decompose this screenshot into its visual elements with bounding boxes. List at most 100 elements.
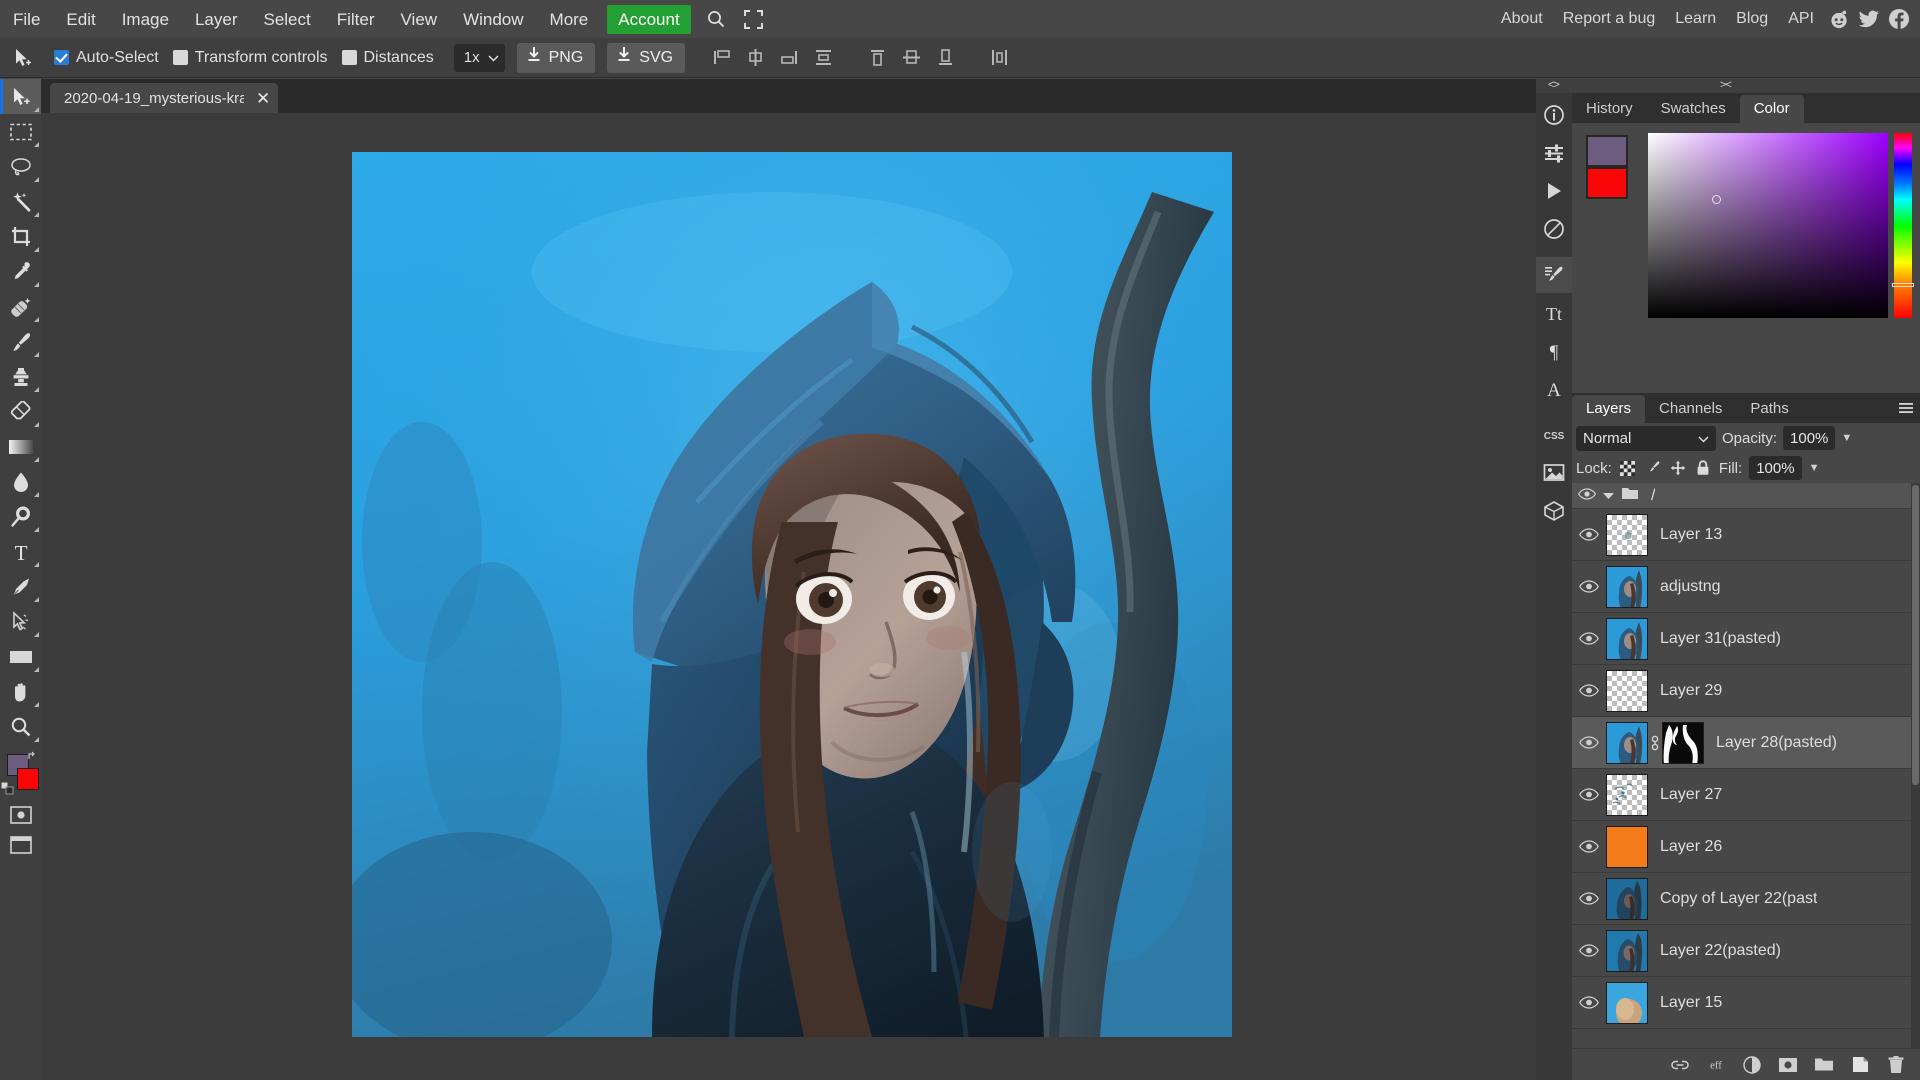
blur-tool[interactable] — [0, 464, 41, 499]
link-learn[interactable]: Learn — [1665, 5, 1726, 33]
distances-checkbox-box[interactable] — [341, 50, 357, 65]
hamburger-menu-icon[interactable] — [1895, 397, 1917, 419]
clone-stamp-tool[interactable] — [0, 359, 41, 394]
table-row[interactable]: Layer 27 — [1572, 769, 1920, 821]
opacity-value[interactable]: 100% — [1783, 426, 1836, 450]
brush-settings-icon[interactable] — [1536, 257, 1572, 293]
color-panel-foreground-swatch[interactable] — [1586, 135, 1628, 167]
table-row[interactable]: Layer 28(pasted) — [1572, 717, 1920, 769]
tab-history[interactable]: History — [1572, 95, 1647, 123]
account-button[interactable]: Account — [607, 4, 691, 34]
adjustment-layer-icon[interactable] — [1742, 1055, 1762, 1075]
layer-thumbnail[interactable] — [1606, 981, 1648, 1024]
layer-thumbnail[interactable] — [1606, 877, 1648, 920]
auto-select-checkbox-box[interactable] — [54, 50, 69, 65]
distribute-horizontal-icon[interactable] — [985, 44, 1013, 72]
layer-thumbnail[interactable] — [1606, 565, 1648, 608]
link-about[interactable]: About — [1491, 5, 1553, 33]
screen-mode-icon[interactable] — [0, 830, 41, 860]
brush-tool[interactable] — [0, 324, 41, 359]
align-top-icon[interactable] — [707, 44, 735, 72]
path-select-tool[interactable] — [0, 604, 41, 639]
menu-layer[interactable]: Layer — [182, 5, 251, 34]
saturation-value-field[interactable] — [1648, 133, 1888, 318]
css-icon[interactable]: CSS — [1536, 417, 1572, 453]
eye-icon[interactable] — [1577, 487, 1597, 505]
tab-color[interactable]: Color — [1739, 95, 1804, 123]
twitter-icon[interactable] — [1854, 0, 1884, 38]
align-right-icon[interactable] — [931, 44, 959, 72]
adjustments-sliders-icon[interactable] — [1536, 135, 1572, 171]
3d-cube-icon[interactable] — [1536, 493, 1572, 529]
info-icon[interactable] — [1536, 97, 1572, 133]
lock-pixels-icon[interactable] — [1644, 459, 1662, 477]
facebook-icon[interactable] — [1884, 0, 1914, 38]
eye-icon[interactable] — [1572, 580, 1606, 593]
table-row[interactable]: Layer 13 — [1572, 509, 1920, 561]
menu-window[interactable]: Window — [450, 5, 536, 34]
align-bottom-icon[interactable] — [775, 44, 803, 72]
eye-icon[interactable] — [1572, 736, 1606, 749]
fullscreen-icon[interactable] — [735, 0, 773, 38]
rectangular-marquee-tool[interactable] — [0, 114, 41, 149]
mask-link-icon[interactable] — [1648, 735, 1662, 751]
reset-colors-icon[interactable] — [0, 781, 14, 800]
spot-healing-tool[interactable] — [0, 289, 41, 324]
menu-file[interactable]: File — [0, 5, 53, 34]
canvas-area[interactable] — [41, 113, 1536, 1080]
menu-image[interactable]: Image — [109, 5, 182, 34]
color-panel-background-swatch[interactable] — [1586, 167, 1628, 199]
menu-view[interactable]: View — [388, 5, 451, 34]
eye-icon[interactable] — [1572, 528, 1606, 541]
layers-scrollbar[interactable] — [1911, 483, 1920, 1048]
layer-mask-icon[interactable] — [1778, 1055, 1798, 1075]
distances-checkbox[interactable]: Distances — [341, 49, 434, 67]
align-vertical-center-icon[interactable] — [741, 44, 769, 72]
menu-filter[interactable]: Filter — [324, 5, 388, 34]
export-png-button[interactable]: PNG — [516, 42, 596, 73]
crop-tool[interactable] — [0, 219, 41, 254]
transform-controls-checkbox-box[interactable] — [172, 50, 188, 65]
layers-list[interactable]: / Layer 13 adjustng Layer 31(pasted) Lay… — [1572, 483, 1920, 1048]
paragraph-pilcrow-icon[interactable]: ¶ — [1536, 333, 1572, 369]
link-api[interactable]: API — [1778, 5, 1824, 33]
fill-dropdown-icon[interactable]: ▼ — [1809, 462, 1820, 474]
navigator-compass-icon[interactable] — [1536, 211, 1572, 247]
artboard[interactable] — [352, 152, 1232, 1037]
eye-icon[interactable] — [1572, 840, 1606, 853]
menu-more[interactable]: More — [537, 5, 602, 34]
image-icon[interactable] — [1536, 455, 1572, 491]
zoom-tool[interactable] — [0, 709, 41, 744]
table-row[interactable]: Layer 29 — [1572, 665, 1920, 717]
delete-layer-icon[interactable] — [1886, 1055, 1906, 1075]
eye-icon[interactable] — [1572, 892, 1606, 905]
opacity-dropdown-icon[interactable]: ▼ — [1841, 432, 1852, 444]
table-row[interactable]: adjustng — [1572, 561, 1920, 613]
eye-icon[interactable] — [1572, 684, 1606, 697]
tab-paths[interactable]: Paths — [1736, 395, 1802, 423]
tab-swatches[interactable]: Swatches — [1647, 95, 1740, 123]
align-horizontal-center-icon[interactable] — [897, 44, 925, 72]
lock-all-icon[interactable] — [1694, 459, 1712, 477]
new-group-icon[interactable] — [1814, 1055, 1834, 1075]
background-color-swatch[interactable] — [17, 768, 39, 790]
distribute-vertical-icon[interactable] — [809, 44, 837, 72]
collapse-left-icon[interactable]: <> — [1548, 79, 1560, 91]
eyedropper-tool[interactable] — [0, 254, 41, 289]
eye-icon[interactable] — [1572, 632, 1606, 645]
layer-thumbnail[interactable] — [1606, 929, 1648, 972]
menu-select[interactable]: Select — [250, 5, 323, 34]
table-row[interactable]: Layer 15 — [1572, 977, 1920, 1029]
lock-transparency-icon[interactable] — [1619, 459, 1637, 477]
eye-icon[interactable] — [1572, 996, 1606, 1009]
actions-play-icon[interactable] — [1536, 173, 1572, 209]
transform-controls-checkbox[interactable]: Transform controls — [172, 49, 328, 67]
layer-thumbnail[interactable] — [1606, 773, 1648, 816]
tab-channels[interactable]: Channels — [1645, 395, 1736, 423]
hand-tool[interactable] — [0, 674, 41, 709]
glyphs-a-icon[interactable]: A — [1536, 371, 1572, 407]
zoom-level-select[interactable]: 1x — [453, 43, 505, 72]
close-icon[interactable]: ✕ — [256, 90, 270, 107]
eye-icon[interactable] — [1572, 788, 1606, 801]
layer-thumbnail[interactable] — [1606, 721, 1648, 764]
